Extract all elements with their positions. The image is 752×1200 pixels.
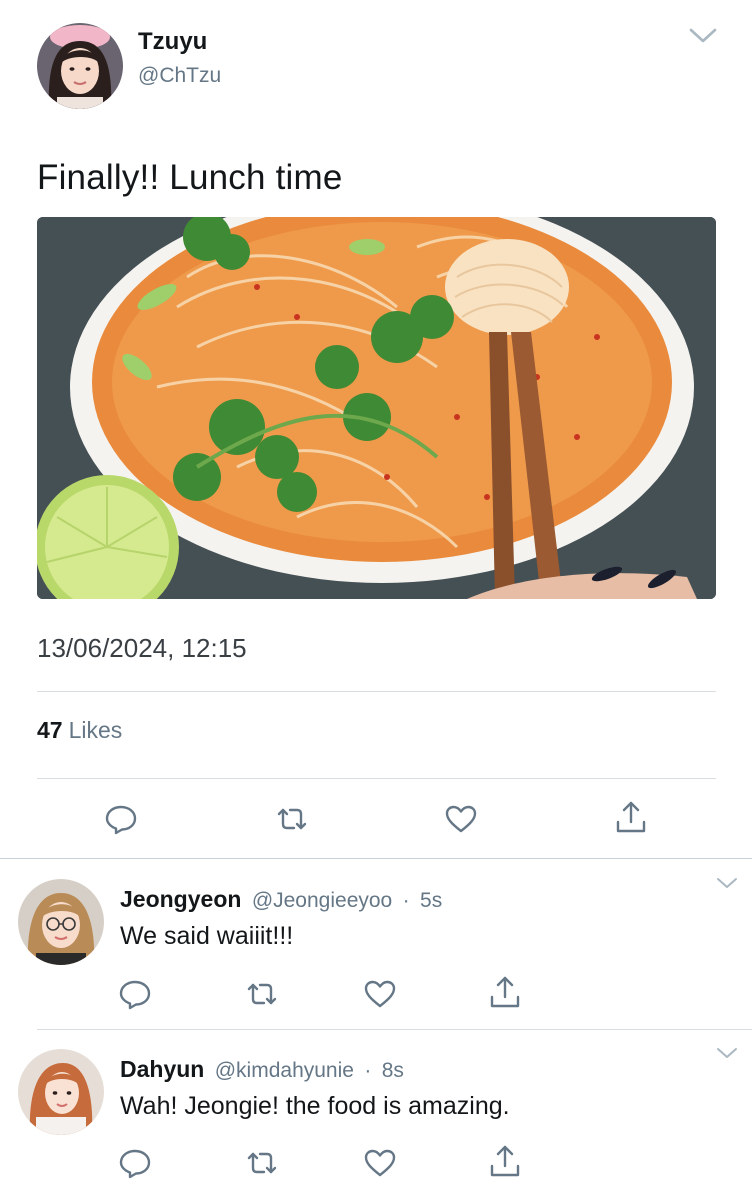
reply-author-name[interactable]: Jeongyeon [120, 886, 241, 912]
share-icon[interactable] [614, 800, 648, 834]
author-handle[interactable]: @ChTzu [138, 64, 221, 88]
likes-count: 47 [37, 717, 63, 743]
chevron-down-icon[interactable] [688, 25, 718, 47]
heart-icon[interactable] [363, 1146, 397, 1180]
retweet-icon[interactable] [275, 802, 309, 836]
author-avatar[interactable] [37, 23, 123, 109]
reply-icon[interactable] [104, 802, 138, 836]
reply-avatar[interactable] [18, 879, 104, 965]
reply-icon[interactable] [118, 1146, 152, 1180]
reply-icon[interactable] [118, 977, 152, 1011]
reply-item[interactable]: Jeongyeon @Jeongieeyoo · 5s We said waii… [0, 860, 752, 1030]
reply-author-handle[interactable]: @Jeongieeyoo [252, 889, 392, 912]
meta-separator: · [402, 889, 410, 912]
tweet-text: Finally!! Lunch time [37, 158, 343, 197]
reply-avatar[interactable] [18, 1049, 104, 1135]
main-tweet: Tzuyu @ChTzu Finally!! Lunch time 13/06/… [0, 0, 752, 860]
reply-text: We said waiiit!!! [120, 922, 294, 950]
retweet-icon[interactable] [245, 977, 279, 1011]
retweet-icon[interactable] [245, 1146, 279, 1180]
reply-header: Jeongyeon @Jeongieeyoo · 5s [120, 886, 442, 913]
divider [37, 778, 716, 779]
reply-author-handle[interactable]: @kimdahyunie [215, 1059, 354, 1082]
meta-separator: · [364, 1059, 372, 1082]
divider [37, 691, 716, 692]
heart-icon[interactable] [363, 977, 397, 1011]
tweet-timestamp: 13/06/2024, 12:15 [37, 633, 247, 663]
reply-header: Dahyun @kimdahyunie · 8s [120, 1056, 404, 1083]
share-icon[interactable] [488, 975, 522, 1009]
likes-summary[interactable]: 47 Likes [37, 717, 122, 744]
reply-item[interactable]: Dahyun @kimdahyunie · 8s Wah! Jeongie! t… [0, 1030, 752, 1200]
heart-icon[interactable] [444, 802, 478, 836]
reply-time: 8s [381, 1059, 404, 1082]
reply-time: 5s [420, 889, 443, 912]
author-name[interactable]: Tzuyu [138, 28, 207, 56]
chevron-down-icon[interactable] [716, 1046, 738, 1060]
tweet-photo[interactable] [37, 217, 716, 599]
reply-author-name[interactable]: Dahyun [120, 1056, 204, 1082]
likes-label: Likes [68, 717, 123, 743]
chevron-down-icon[interactable] [716, 876, 738, 890]
divider [0, 858, 752, 859]
share-icon[interactable] [488, 1144, 522, 1178]
reply-text: Wah! Jeongie! the food is amazing. [120, 1092, 510, 1120]
